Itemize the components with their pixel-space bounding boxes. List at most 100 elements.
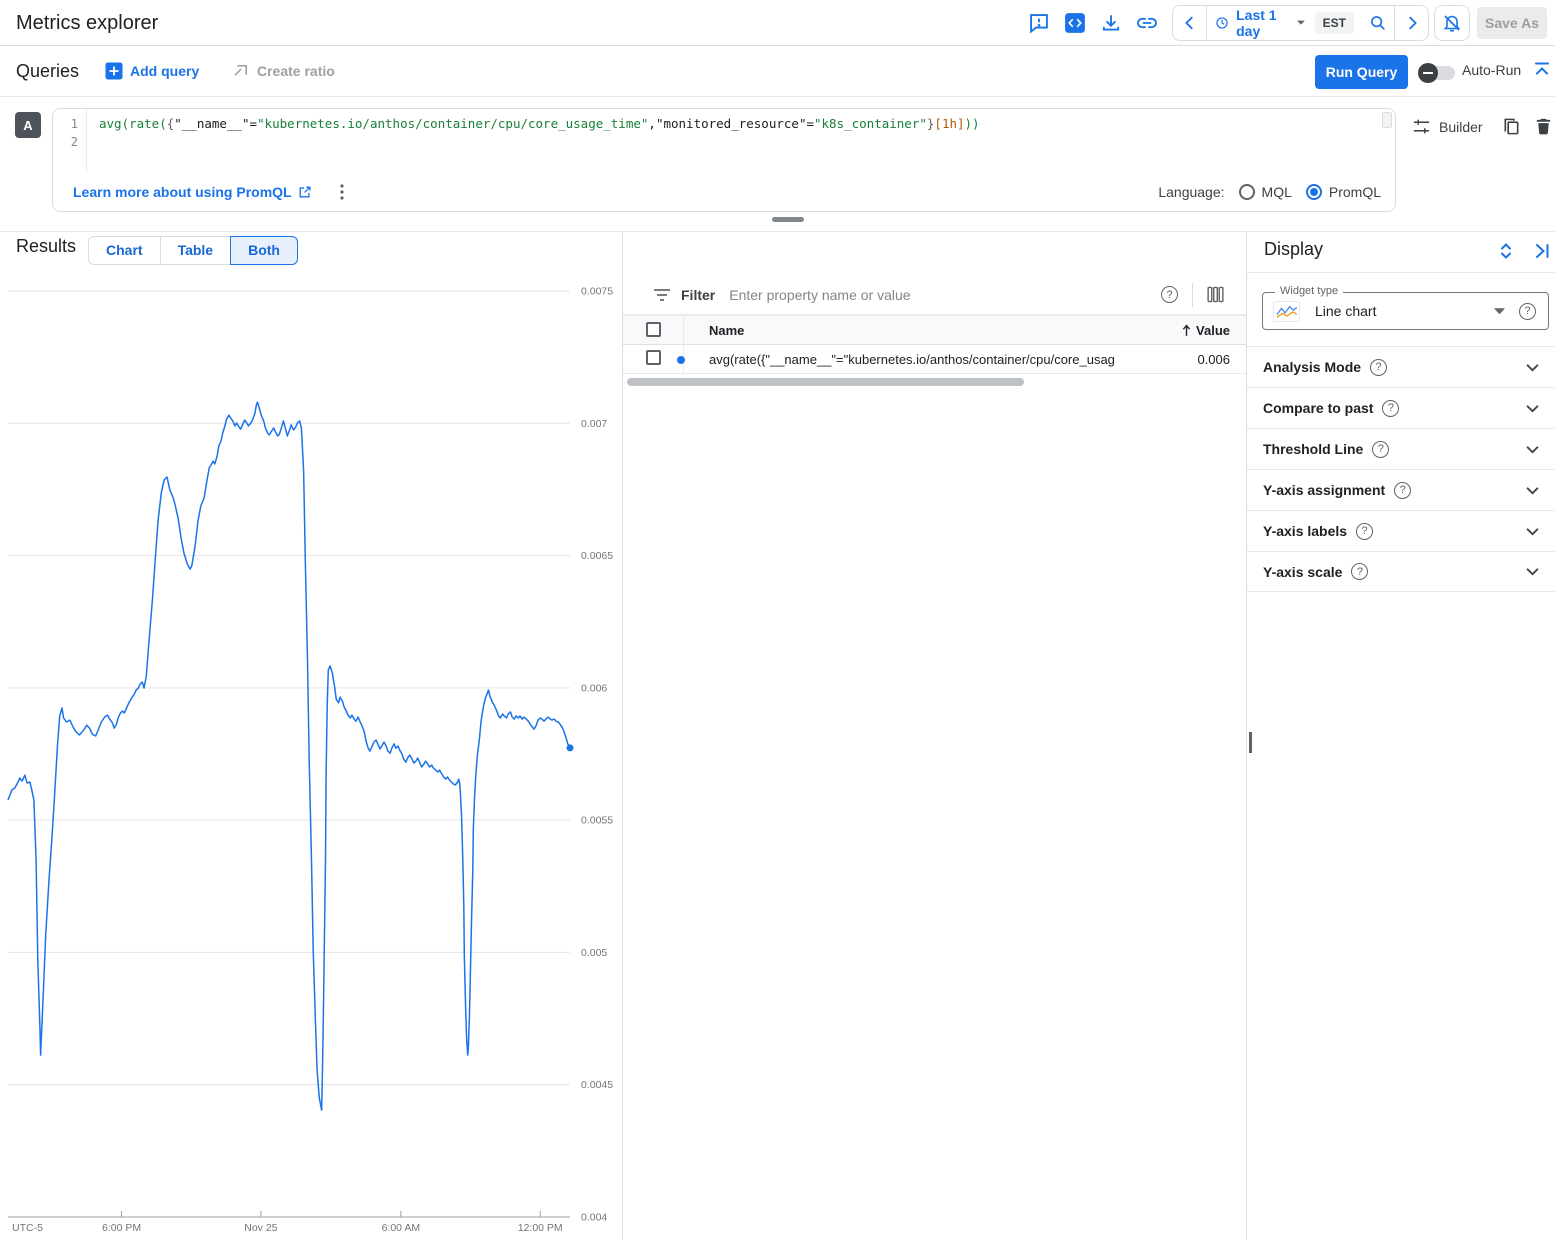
download-icon[interactable] — [1100, 12, 1122, 34]
svg-text:6:00 AM: 6:00 AM — [382, 1222, 421, 1234]
column-header-value-label: Value — [1196, 323, 1230, 338]
filter-input[interactable] — [729, 287, 1161, 303]
help-icon[interactable]: ? — [1356, 523, 1373, 540]
help-icon[interactable]: ? — [1382, 400, 1399, 417]
queries-bar: Queries Add query Create ratio Run Query… — [0, 46, 1555, 97]
tab-chart[interactable]: Chart — [88, 236, 161, 265]
collapse-panel-icon[interactable] — [1532, 241, 1552, 261]
section-label: Y-axis assignment — [1263, 482, 1385, 498]
chevron-down-icon — [1526, 567, 1539, 576]
create-ratio-label: Create ratio — [257, 63, 335, 79]
widget-type-help-icon[interactable]: ? — [1519, 303, 1536, 320]
chevron-down-icon — [1526, 445, 1539, 454]
create-ratio-button[interactable]: Create ratio — [233, 62, 335, 79]
section-label: Threshold Line — [1263, 441, 1363, 457]
query-code[interactable]: avg(rate({"__name__"="kubernetes.io/anth… — [99, 115, 1375, 133]
sliders-icon — [1412, 117, 1431, 136]
learn-more-link[interactable]: Learn more about using PromQL — [73, 184, 312, 200]
tab-both[interactable]: Both — [230, 236, 298, 265]
delete-query-icon[interactable] — [1534, 116, 1553, 136]
display-title: Display — [1264, 239, 1323, 260]
editor-scrollbar[interactable] — [1382, 112, 1392, 128]
page-title: Metrics explorer — [16, 0, 158, 46]
queries-title: Queries — [16, 46, 79, 96]
svg-text:12:00 PM: 12:00 PM — [518, 1222, 563, 1234]
section-compare-to-past[interactable]: Compare to past ? — [1247, 387, 1555, 428]
section-label: Analysis Mode — [1263, 359, 1361, 375]
table-header-row: Name Value — [623, 315, 1246, 345]
run-query-button[interactable]: Run Query — [1315, 55, 1408, 89]
help-icon[interactable]: ? — [1351, 563, 1368, 580]
results-table-panel: Filter ? Name Value avg(rate({"__name__"… — [622, 232, 1247, 1240]
collapse-section-icon[interactable] — [1532, 59, 1552, 79]
svg-text:UTC-5: UTC-5 — [12, 1222, 43, 1234]
section-label: Y-axis labels — [1263, 523, 1347, 539]
expand-collapse-all-icon[interactable] — [1496, 241, 1516, 261]
auto-run-toggle[interactable] — [1421, 66, 1455, 80]
help-icon[interactable]: ? — [1372, 441, 1389, 458]
section-y-axis-scale[interactable]: Y-axis scale ? — [1247, 551, 1555, 592]
svg-text:0.0075: 0.0075 — [581, 286, 613, 298]
help-icon[interactable]: ? — [1370, 359, 1387, 376]
line-number: 2 — [53, 133, 78, 151]
horizontal-scrollbar[interactable] — [627, 378, 1024, 386]
widget-type-select[interactable]: Widget type Line chart ? — [1262, 292, 1549, 330]
section-y-axis-assignment[interactable]: Y-axis assignment ? — [1247, 469, 1555, 510]
link-icon[interactable] — [1136, 12, 1158, 34]
alerting-off-button[interactable] — [1434, 5, 1470, 41]
svg-text:Nov 25: Nov 25 — [244, 1222, 277, 1234]
help-icon[interactable]: ? — [1394, 482, 1411, 499]
add-query-label: Add query — [130, 63, 199, 79]
save-as-button[interactable]: Save As — [1477, 7, 1547, 39]
section-analysis-mode[interactable]: Analysis Mode ? — [1247, 346, 1555, 387]
divider — [683, 316, 684, 344]
section-threshold-line[interactable]: Threshold Line ? — [1247, 428, 1555, 469]
column-header-name[interactable]: Name — [709, 323, 744, 338]
time-back-button[interactable] — [1173, 6, 1206, 40]
app-header: Metrics explorer — [0, 0, 1555, 46]
language-option-label: MQL — [1262, 184, 1292, 200]
filter-help-icon[interactable]: ? — [1161, 286, 1178, 303]
display-sections: Analysis Mode ? Compare to past ? Thresh… — [1247, 346, 1555, 592]
timezone-badge[interactable]: EST — [1315, 12, 1354, 34]
time-forward-button[interactable] — [1395, 6, 1428, 40]
time-zoom-icon[interactable] — [1362, 6, 1394, 40]
column-header-value[interactable]: Value — [1182, 323, 1230, 338]
panel-resize-handle[interactable] — [772, 217, 804, 222]
chevron-down-icon — [1526, 363, 1539, 372]
plus-box-icon — [105, 62, 123, 80]
vertical-scrollbar[interactable] — [1249, 732, 1252, 753]
select-all-checkbox[interactable] — [646, 322, 661, 337]
line-chart-icon — [1273, 301, 1300, 322]
code-editor-icon[interactable] — [1064, 12, 1086, 34]
svg-text:0.005: 0.005 — [581, 947, 607, 959]
section-y-axis-labels[interactable]: Y-axis labels ? — [1247, 510, 1555, 551]
divider — [1192, 283, 1193, 307]
more-options-icon[interactable] — [340, 184, 344, 200]
row-checkbox[interactable] — [646, 350, 661, 365]
add-query-button[interactable]: Add query — [105, 62, 199, 80]
feedback-icon[interactable] — [1028, 12, 1050, 34]
sort-ascending-icon — [1182, 324, 1191, 337]
caret-down-icon — [1297, 20, 1305, 26]
builder-button[interactable]: Builder — [1412, 117, 1483, 136]
query-editor[interactable]: 1 2 avg(rate({"__name__"="kubernetes.io/… — [52, 108, 1396, 212]
filter-label: Filter — [681, 287, 715, 303]
results-title: Results — [16, 236, 76, 257]
results-view-tabs: Chart Table Both — [88, 236, 298, 265]
language-option-promql[interactable]: PromQL — [1306, 184, 1381, 200]
table-row[interactable]: avg(rate({"__name__"="kubernetes.io/anth… — [623, 345, 1246, 374]
time-range-dropdown[interactable]: Last 1 day — [1207, 6, 1313, 40]
external-link-icon — [298, 185, 312, 199]
radio-selected-icon — [1306, 184, 1322, 200]
section-label: Y-axis scale — [1263, 564, 1342, 580]
chevron-down-icon — [1526, 404, 1539, 413]
language-option-mql[interactable]: MQL — [1239, 184, 1292, 200]
radio-unselected-icon — [1239, 184, 1255, 200]
time-range-label: Last 1 day — [1236, 7, 1290, 39]
metric-line-chart[interactable]: 0.00750.0070.00650.0060.00550.0050.00450… — [0, 270, 620, 1238]
columns-icon[interactable] — [1207, 286, 1224, 303]
tab-table[interactable]: Table — [160, 236, 232, 265]
display-panel: Display Widget type Line chart ? Analysi… — [1247, 232, 1555, 1240]
copy-query-icon[interactable] — [1502, 117, 1521, 136]
